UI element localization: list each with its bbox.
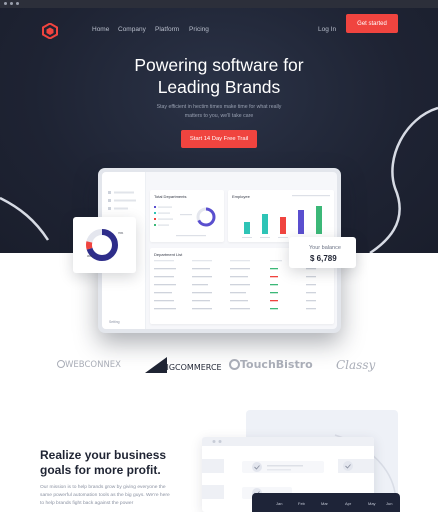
hero-subtitle: Stay efficient in hectim times make time… xyxy=(156,104,282,119)
employee-bar-chart xyxy=(242,195,330,238)
nav-link-home[interactable]: Home xyxy=(92,26,109,33)
logo-touchbistro: TouchBistro xyxy=(229,358,313,371)
balance-value: $ 6,789 xyxy=(310,254,337,263)
nav-link-platform[interactable]: Platform xyxy=(155,26,179,33)
partner-logos: WEBCONNEX BIGCOMMERCE TouchBistro Classy xyxy=(0,355,438,377)
month-label: Apr xyxy=(345,501,352,506)
employee-card: Employee xyxy=(228,190,334,242)
card-title: Department List xyxy=(154,252,183,257)
touchbistro-mark-icon xyxy=(229,359,240,370)
window-dot-icon xyxy=(10,2,13,5)
window-dot-icon xyxy=(16,2,19,5)
month-label: Jan xyxy=(276,501,283,506)
sidebar-item-setting[interactable]: Setting xyxy=(109,320,120,324)
brand-logo-icon[interactable] xyxy=(42,23,58,39)
month-label: May xyxy=(368,501,376,506)
browser-chrome xyxy=(0,0,438,8)
donut-chart xyxy=(86,229,118,261)
logo-classy: Classy xyxy=(336,358,376,372)
free-trial-button[interactable]: Start 14 Day Free Trail xyxy=(181,130,257,148)
donut-label-30: 30% xyxy=(87,255,93,258)
month-label: Jun xyxy=(386,501,393,506)
window-dot-icon xyxy=(4,2,7,5)
logo-webconnex: WEBCONNEX xyxy=(57,360,121,370)
departments-chart xyxy=(154,206,216,237)
card-title: Total Departments xyxy=(154,194,187,199)
mission-title: Realize your business goals for more pro… xyxy=(40,448,167,477)
get-started-button[interactable]: Get started xyxy=(346,14,398,33)
sidebar-menu-icon xyxy=(108,191,136,210)
nav-link-company[interactable]: Company xyxy=(118,26,146,33)
nav-link-pricing[interactable]: Pricing xyxy=(189,26,209,33)
total-departments-card: Total Departments xyxy=(150,190,224,242)
webconnex-mark-icon xyxy=(57,360,65,368)
donut-chart-card: 70% 30% xyxy=(73,217,136,273)
balance-label: Your balance xyxy=(309,245,341,251)
mission-text: Our mission is to help brands grow by gi… xyxy=(40,485,170,507)
donut-label-70: 70% xyxy=(118,232,124,235)
department-table xyxy=(154,260,316,310)
hero-title-line1: Powering software for xyxy=(134,55,304,75)
month-label: Feb xyxy=(298,501,305,506)
months-strip: Jan Feb Mar Apr May Jun xyxy=(252,493,400,512)
month-label: Mar xyxy=(321,501,328,506)
login-link[interactable]: Log In xyxy=(318,26,336,33)
hero-title: Powering software for Leading Brands xyxy=(0,54,438,98)
hero-title-line2: Leading Brands xyxy=(157,77,281,97)
balance-card: Your balance $ 6,789 xyxy=(289,237,356,268)
